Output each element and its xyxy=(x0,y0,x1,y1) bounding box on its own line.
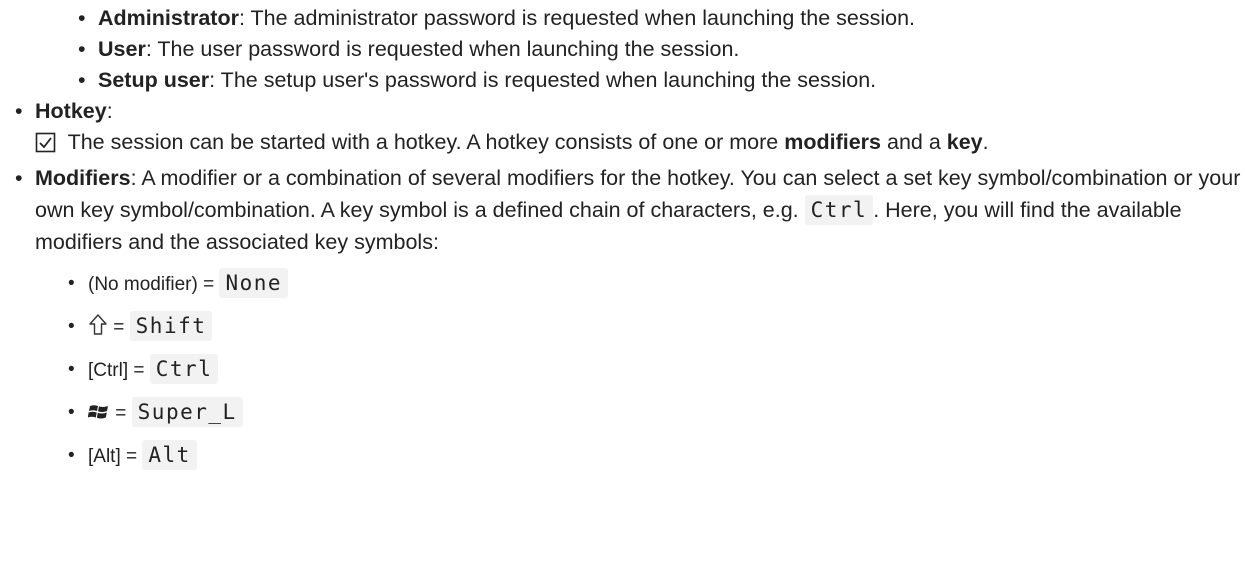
hotkey-desc-start: The session can be started with a hotkey… xyxy=(62,130,785,154)
checkbox-checked-icon xyxy=(35,131,56,162)
setting-list: Hotkey: The session can be started with … xyxy=(0,96,1245,477)
role-term: Setup user xyxy=(98,68,210,92)
role-desc: : The user password is requested when la… xyxy=(145,37,740,61)
windows-logo-icon xyxy=(87,394,110,437)
role-desc: : The setup user's password is requested… xyxy=(209,68,877,92)
modifier-item: [Alt] = Alt xyxy=(68,434,1245,477)
modifier-label: = xyxy=(110,403,132,424)
list-item: User: The user password is requested whe… xyxy=(78,34,1245,65)
modifier-item: [Ctrl] = Ctrl xyxy=(68,348,1245,391)
modifier-item: = Super_L xyxy=(68,391,1245,437)
role-term: Administrator xyxy=(98,6,239,30)
role-list: Administrator: The administrator passwor… xyxy=(0,0,1245,96)
hotkey-term: Hotkey xyxy=(35,99,107,123)
modifier-key-symbol: Shift xyxy=(129,311,213,341)
document-page: Administrator: The administrator passwor… xyxy=(0,0,1245,576)
hotkey-desc-bold-modifiers: modifiers xyxy=(784,130,882,154)
shift-arrow-icon xyxy=(88,310,108,353)
list-item: Setup user: The setup user's password is… xyxy=(78,65,1245,96)
modifier-label: (No modifier) = xyxy=(88,274,220,295)
modifier-key-symbol: Super_L xyxy=(131,397,243,427)
modifier-item: (No modifier) = None xyxy=(68,262,1245,305)
hotkey-desc-mid: and a xyxy=(881,130,947,154)
modifiers-term: Modifiers xyxy=(35,166,131,190)
modifier-item: = Shift xyxy=(68,305,1245,348)
modifier-label: = xyxy=(108,317,130,338)
hotkey-colon: : xyxy=(106,99,113,123)
modifier-label: [Ctrl] = xyxy=(88,360,150,381)
example-key-symbol: Ctrl xyxy=(804,195,874,225)
modifier-list: (No modifier) = None = Shift [Ctrl] = Ct… xyxy=(35,262,1245,477)
hotkey-desc-end: . xyxy=(982,130,989,154)
list-item: Administrator: The administrator passwor… xyxy=(78,3,1245,34)
modifiers-item: Modifiers: A modifier or a combination o… xyxy=(15,162,1245,477)
modifier-key-symbol: Alt xyxy=(142,440,197,470)
hotkey-desc-bold-key: key xyxy=(946,130,983,154)
modifier-key-symbol: None xyxy=(219,268,289,298)
modifier-label: [Alt] = xyxy=(88,446,143,467)
role-desc: : The administrator password is requeste… xyxy=(238,6,916,30)
role-term: User xyxy=(98,37,146,61)
modifier-key-symbol: Ctrl xyxy=(149,354,219,384)
hotkey-item: Hotkey: The session can be started with … xyxy=(15,96,1245,162)
